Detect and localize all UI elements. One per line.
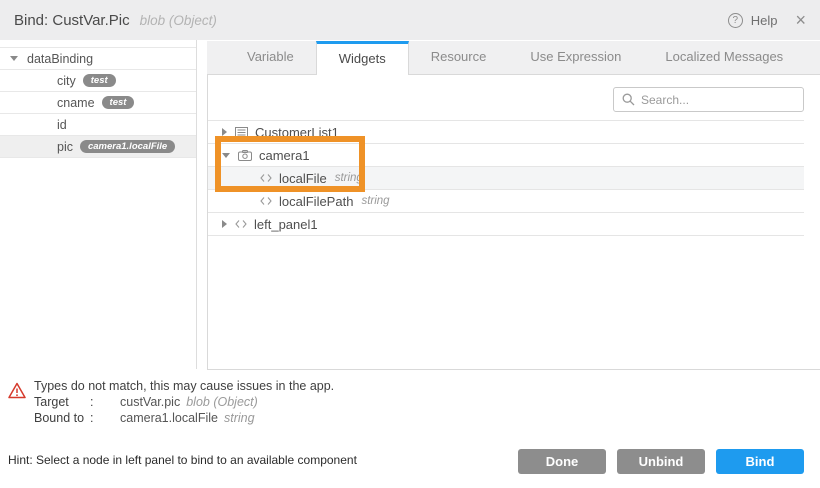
code-icon (235, 219, 247, 229)
target-type: blob (Object) (186, 394, 258, 410)
unbind-button[interactable]: Unbind (617, 449, 705, 474)
bind-button[interactable]: Bind (716, 449, 804, 474)
warning-message: Types do not match, this may cause issue… (34, 378, 334, 394)
tree-node-label: localFile (279, 171, 327, 186)
binding-sidebar: dataBinding city test cname test id pic … (0, 40, 197, 369)
tree-node-label: left_panel1 (254, 217, 318, 232)
search-input[interactable] (641, 93, 791, 107)
warning-triangle-icon (8, 382, 26, 426)
tree-row-localfile[interactable]: localFile string (208, 167, 804, 190)
caret-down-icon[interactable] (222, 153, 230, 158)
hint-text: Hint: Select a node in left panel to bin… (8, 453, 357, 467)
sidebar-item-label: id (57, 118, 67, 132)
tab-widgets[interactable]: Widgets (316, 41, 409, 75)
binding-badge: test (83, 74, 116, 88)
tab-localized-messages[interactable]: Localized Messages (643, 42, 805, 74)
close-icon[interactable]: × (795, 12, 806, 28)
code-icon (260, 173, 272, 183)
footer-buttons: Done Unbind Bind (518, 449, 804, 474)
tree-row-left-panel1[interactable]: left_panel1 (208, 213, 804, 236)
target-value: custVar.pic (120, 394, 180, 410)
dialog-header: Bind: CustVar.Pic blob (Object) ? Help × (0, 0, 820, 40)
tree-node-type: string (361, 195, 389, 207)
sidebar-item-city[interactable]: city test (0, 70, 196, 92)
type-mismatch-warning: Types do not match, this may cause issue… (8, 378, 334, 426)
tree-node-type: string (335, 172, 363, 184)
widgets-panel: CustomerList1 camera1 localFile string (207, 75, 820, 370)
search-icon (622, 93, 635, 106)
binding-badge: camera1.localFile (80, 140, 175, 154)
code-icon (260, 196, 272, 206)
tab-resource[interactable]: Resource (409, 42, 509, 74)
dialog-subtitle: blob (Object) (140, 13, 217, 28)
caret-right-icon[interactable] (222, 220, 227, 228)
binding-badge: test (102, 96, 135, 110)
sidebar-item-cname[interactable]: cname test (0, 92, 196, 114)
boundto-type: string (224, 410, 255, 426)
sidebar-item-label: cname (57, 96, 95, 110)
done-button[interactable]: Done (518, 449, 606, 474)
dialog-title: Bind: CustVar.Pic (14, 12, 130, 29)
help-link[interactable]: Help (751, 13, 778, 28)
sidebar-item-label: dataBinding (27, 52, 93, 66)
sidebar-item-label: city (57, 74, 76, 88)
tab-variable[interactable]: Variable (225, 42, 316, 74)
bind-dialog: Bind: CustVar.Pic blob (Object) ? Help ×… (0, 0, 820, 488)
boundto-value: camera1.localFile (120, 410, 218, 426)
widget-tree: CustomerList1 camera1 localFile string (208, 120, 804, 236)
warning-boundto-row: Bound to : camera1.localFile string (34, 410, 334, 426)
caret-down-icon[interactable] (10, 56, 18, 61)
help-icon[interactable]: ? (728, 13, 743, 28)
list-icon (235, 127, 248, 138)
tree-row-customerlist1[interactable]: CustomerList1 (208, 121, 804, 144)
sidebar-item-pic[interactable]: pic camera1.localFile (0, 136, 196, 158)
search-box[interactable] (613, 87, 804, 112)
caret-right-icon[interactable] (222, 128, 227, 136)
tree-row-camera1[interactable]: camera1 (208, 144, 804, 167)
sidebar-item-label: pic (57, 140, 73, 154)
sidebar-item-databinding[interactable]: dataBinding (0, 48, 196, 70)
camera-icon (238, 150, 252, 161)
tab-use-expression[interactable]: Use Expression (508, 42, 643, 74)
bind-source-tabs: Variable Widgets Resource Use Expression… (207, 41, 820, 75)
tree-node-label: camera1 (259, 148, 310, 163)
warning-target-row: Target : custVar.pic blob (Object) (34, 394, 334, 410)
tree-node-label: localFilePath (279, 194, 353, 209)
sidebar-item-id[interactable]: id (0, 114, 196, 136)
tree-node-label: CustomerList1 (255, 125, 339, 140)
tree-row-localfilepath[interactable]: localFilePath string (208, 190, 804, 213)
